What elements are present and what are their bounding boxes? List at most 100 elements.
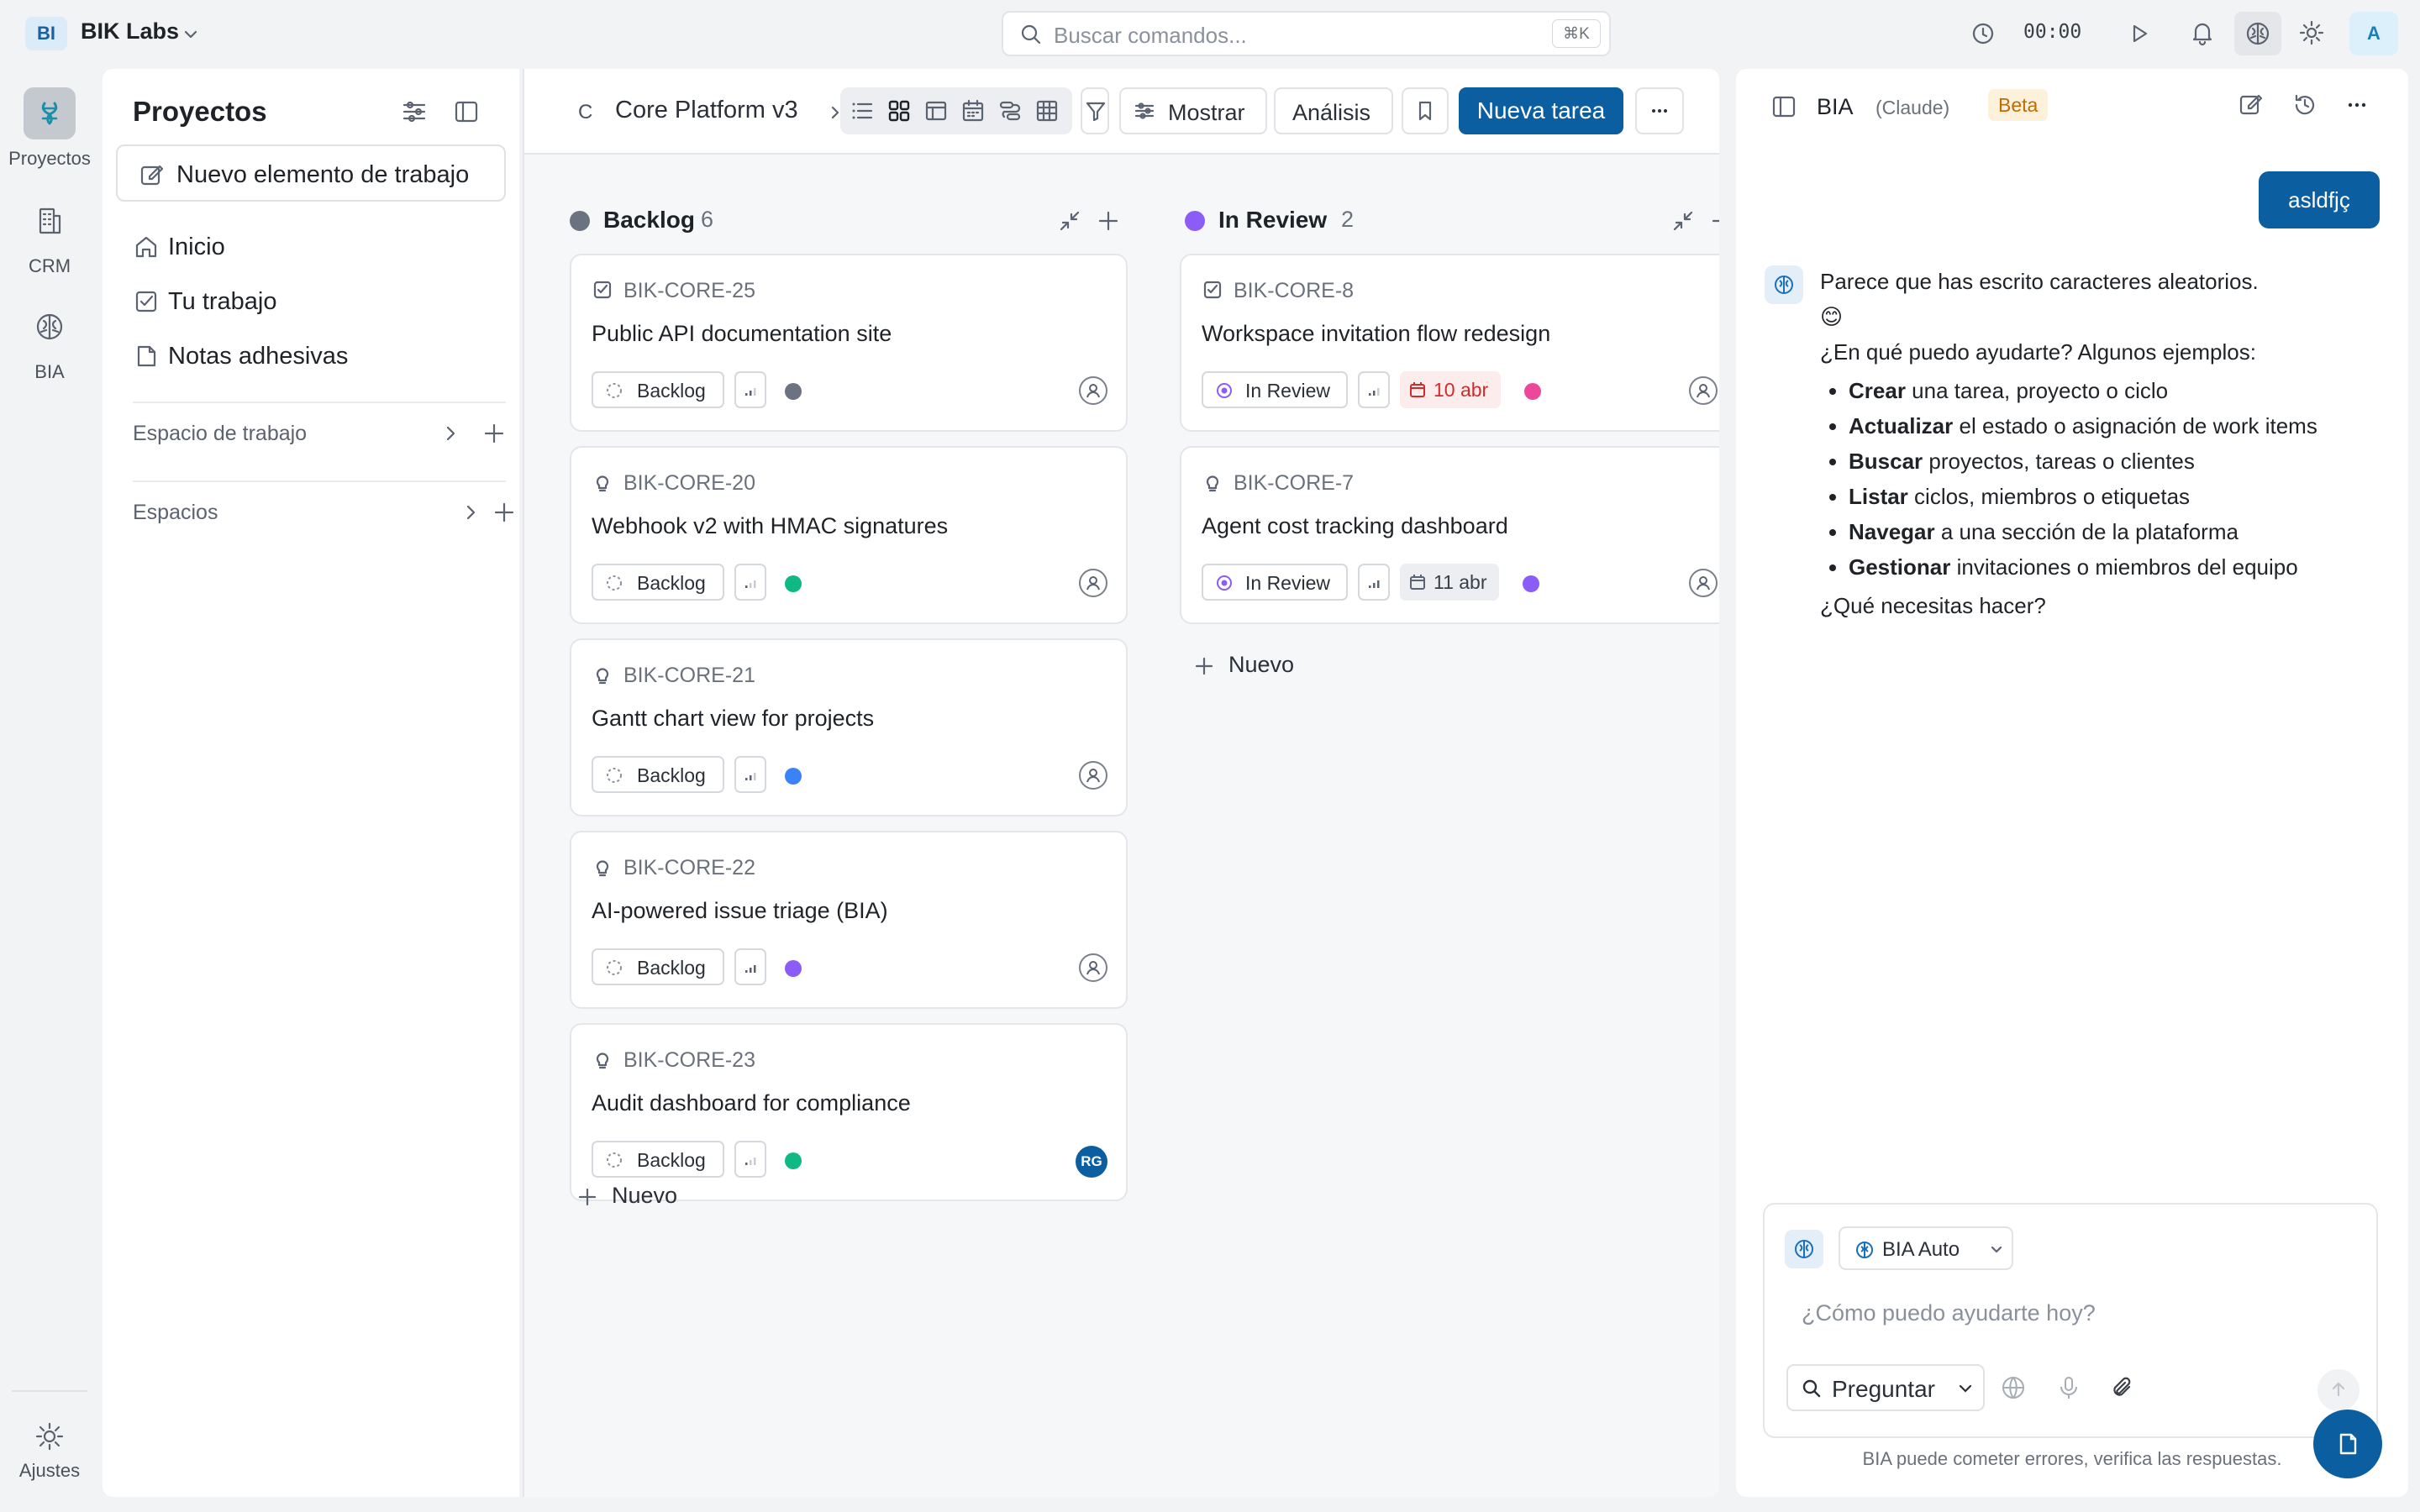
nav-item-inicio[interactable]: Inicio [133,227,486,269]
board-view-icon[interactable] [886,97,913,124]
more-button[interactable] [1635,87,1684,134]
globe-icon[interactable] [1998,1373,2028,1403]
column-header-in-review: In Review 2 [1185,203,1719,237]
collapse-icon[interactable] [1670,208,1696,234]
due-date: 11 abr [1434,571,1487,593]
assignee-empty-icon[interactable] [1079,953,1107,982]
workspace-name[interactable]: BIK Labs [81,18,179,45]
due-date-pill[interactable]: 10 abr [1400,371,1501,408]
user-avatar[interactable]: A [2349,12,2398,55]
sliders-icon[interactable] [400,97,429,126]
status-pill[interactable]: Backlog [592,948,724,985]
assistant-title: BIA [1817,94,1854,119]
table-view-icon[interactable] [923,97,950,124]
new-chat-icon[interactable] [2237,91,2265,119]
priority-pill[interactable] [734,948,766,985]
chevron-down-icon[interactable] [182,25,200,44]
assignee-empty-icon[interactable] [1079,376,1107,405]
issue-card[interactable]: BIK-CORE-25 Public API documentation sit… [570,254,1128,432]
issue-card[interactable]: BIK-CORE-23 Audit dashboard for complian… [570,1023,1128,1201]
rail-item-ajustes[interactable]: Ajustes [3,1420,96,1482]
assistant-panel: BIA (Claude) Beta asldfjç Parece que has… [1736,69,2408,1497]
list-view-icon[interactable] [849,97,876,124]
priority-pill[interactable] [734,1141,766,1178]
assignee-empty-icon[interactable] [1079,761,1107,790]
status-pill[interactable]: Backlog [592,371,724,408]
project-name[interactable]: Core Platform v3 [615,97,798,124]
floating-notes-button[interactable] [2313,1410,2382,1478]
collapse-icon[interactable] [1057,208,1082,234]
display-button[interactable]: Mostrar [1119,87,1267,134]
issue-card[interactable]: BIK-CORE-21 Gantt chart view for project… [570,638,1128,816]
gear-icon[interactable] [2297,18,2326,47]
model-selector[interactable]: BIA Auto [1839,1226,2013,1270]
chat-input[interactable]: ¿Cómo puedo ayudarte hoy? [1802,1300,2096,1326]
command-search[interactable]: Buscar comandos... ⌘K [1002,11,1611,56]
status-pill[interactable]: In Review [1202,371,1348,408]
plus-icon[interactable] [482,422,506,445]
plus-icon[interactable] [492,501,516,524]
mode-label: Preguntar [1832,1376,1935,1402]
column-status-dot [570,211,590,231]
more-icon[interactable] [2343,91,2371,119]
paperclip-icon[interactable] [2107,1373,2138,1403]
priority-pill[interactable] [1358,564,1390,601]
spreadsheet-view-icon[interactable] [1034,97,1060,124]
rail-item-bia[interactable]: BIA [3,301,96,383]
priority-pill[interactable] [734,756,766,793]
assistant-message: Parece que has escrito caracteres aleato… [1820,264,2324,623]
plus-icon[interactable] [1096,208,1121,234]
issue-title: Webhook v2 with HMAC signatures [592,513,949,538]
rail-item-proyectos[interactable]: Proyectos [3,87,96,170]
issue-card[interactable]: BIK-CORE-8 Workspace invitation flow red… [1180,254,1719,432]
nav-item-notas[interactable]: Notas adhesivas [133,336,486,378]
issue-id: BIK-CORE-8 [1234,279,1355,302]
issue-card[interactable]: BIK-CORE-22 AI-powered issue triage (BIA… [570,831,1128,1009]
priority-pill[interactable] [734,564,766,601]
assistant-model-name: (Claude) [1876,97,1950,118]
sidebar-toggle-icon[interactable] [452,97,481,126]
bell-icon[interactable] [2188,18,2217,47]
nav-item-tu-trabajo[interactable]: Tu trabajo [133,281,486,323]
due-date-pill[interactable]: 11 abr [1400,564,1499,601]
calendar-view-icon[interactable] [960,97,986,124]
assignee-empty-icon[interactable] [1689,376,1718,405]
play-icon[interactable] [2126,20,2153,47]
issue-card[interactable]: BIK-CORE-7 Agent cost tracking dashboard… [1180,446,1719,624]
microphone-icon[interactable] [2054,1373,2084,1403]
plus-icon[interactable] [1709,208,1719,234]
filter-button[interactable] [1081,87,1109,134]
clock-icon[interactable] [1970,20,1996,47]
assistant-toggle-button[interactable] [2234,12,2281,55]
mode-selector[interactable]: Preguntar [1786,1364,1985,1411]
chevron-right-icon[interactable] [460,502,481,522]
issue-title: Public API documentation site [592,321,892,346]
status-pill[interactable]: Backlog [592,756,724,793]
panel-toggle-icon[interactable] [1770,92,1798,121]
section-espacio-de-trabajo[interactable]: Espacio de trabajo [133,415,504,452]
status-pill[interactable]: Backlog [592,1141,724,1178]
label-dot [1524,383,1541,400]
assignee-avatar[interactable]: RG [1076,1146,1107,1178]
send-button[interactable] [2317,1369,2360,1411]
priority-pill[interactable] [1358,371,1390,408]
history-icon[interactable] [2291,91,2319,119]
status-pill[interactable]: Backlog [592,564,724,601]
workspace-avatar[interactable]: BI [25,17,67,50]
status-label: Backlog [637,572,706,594]
assignee-empty-icon[interactable] [1079,569,1107,597]
new-work-item-button[interactable]: Nuevo elemento de trabajo [116,144,506,202]
status-pill[interactable]: In Review [1202,564,1348,601]
brain-icon [1856,1242,1873,1258]
analysis-button[interactable]: Análisis [1274,87,1393,134]
issue-card[interactable]: BIK-CORE-20 Webhook v2 with HMAC signatu… [570,446,1128,624]
priority-pill[interactable] [734,371,766,408]
rail-item-crm[interactable]: CRM [3,195,96,277]
timeline-view-icon[interactable] [997,97,1023,124]
new-task-button[interactable]: Nueva tarea [1459,87,1623,134]
chevron-right-icon[interactable] [440,423,460,444]
section-espacios[interactable]: Espacios [133,494,514,531]
bookmark-button[interactable] [1402,87,1449,134]
project-initial: C [578,101,593,123]
assignee-empty-icon[interactable] [1689,569,1718,597]
